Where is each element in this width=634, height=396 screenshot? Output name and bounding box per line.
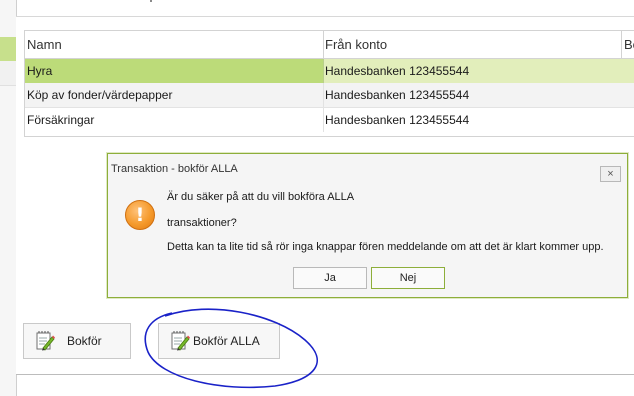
hand-drawn-circle-annotation [144,308,318,389]
